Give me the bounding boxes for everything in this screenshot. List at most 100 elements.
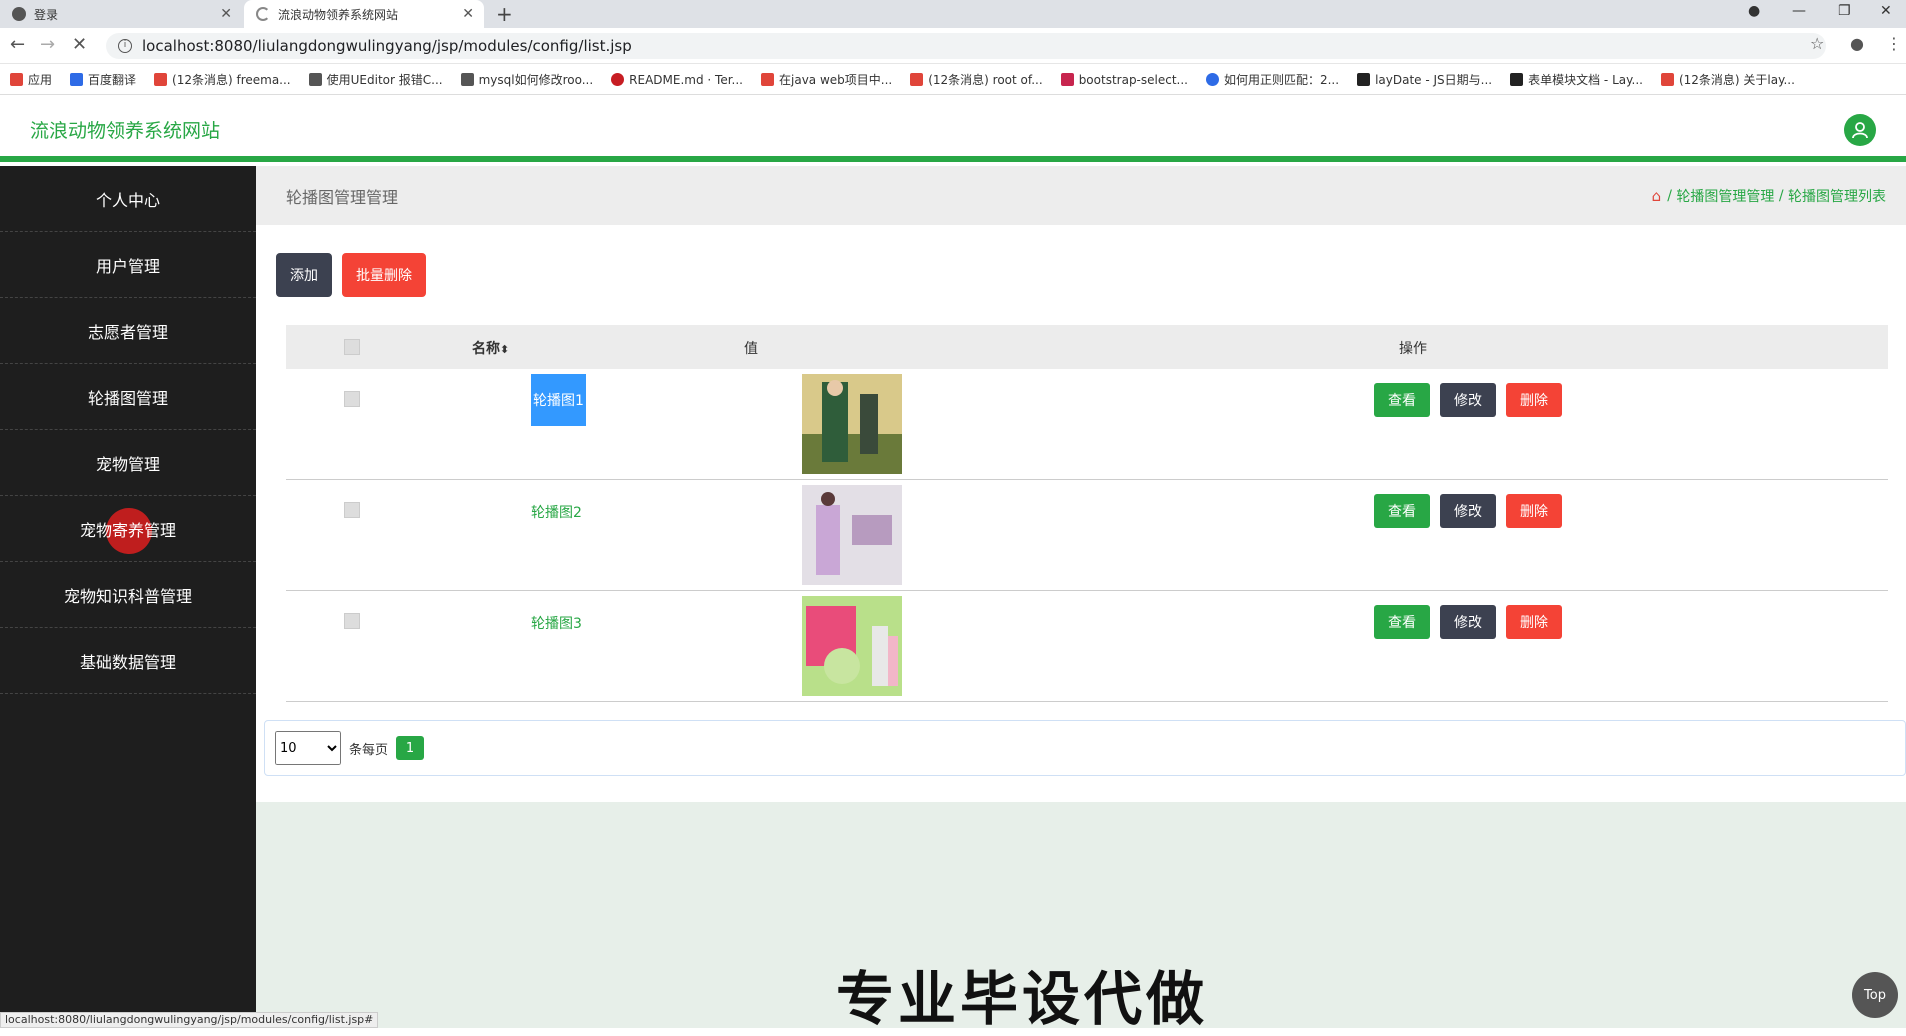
breadcrumb: ⌂ / 轮播图管理管理 / 轮播图管理列表 [1652,186,1886,206]
sidebar-item-basic-data[interactable]: 基础数据管理 [0,628,256,694]
site-title: 流浪动物领养系统网站 [30,120,221,142]
sidebar-item-pet-knowledge[interactable]: 宠物知识科普管理 [0,562,256,628]
bookmark-item[interactable]: 在java web项目中... [761,71,892,88]
info-icon[interactable]: i [118,39,132,53]
bookmark-item[interactable]: 百度翻译 [70,71,136,88]
bookmark-icon [70,73,84,86]
sidebar-item-pets[interactable]: 宠物管理 [0,430,256,496]
row-checkbox[interactable] [344,502,360,518]
close-icon[interactable]: ✕ [220,6,232,22]
view-button[interactable]: 查看 [1374,494,1430,528]
globe-icon [12,7,26,21]
star-icon[interactable]: ☆ [1810,34,1824,53]
delete-button[interactable]: 删除 [1506,383,1562,417]
table-row: 轮播图1 查看 修改 删除 [286,369,1888,480]
sidebar-item-pet-boarding[interactable]: 宠物寄养管理 [0,496,256,562]
toolbar: 添加 批量删除 [276,253,436,297]
edit-button[interactable]: 修改 [1440,605,1496,639]
tab-active[interactable]: 流浪动物领养系统网站 ✕ [244,0,484,28]
status-bar-url: localhost:8080/liulangdongwulingyang/jsp… [0,1012,379,1028]
watermark-text: 专业毕设代做 [836,965,1209,1033]
bookmark-item[interactable]: layDate - JS日期与... [1357,71,1492,88]
restore-button[interactable]: ❐ [1838,0,1851,28]
carousel-thumbnail [802,485,902,585]
header-ops: 操作 [1399,341,1427,357]
sidebar-item-users[interactable]: 用户管理 [0,232,256,298]
header-value: 值 [744,341,758,357]
sidebar-item-personal-center[interactable]: 个人中心 [0,166,256,232]
menu-icon[interactable]: ⋮ [1886,34,1902,53]
row-name[interactable]: 轮播图2 [531,502,582,522]
bookmark-icon [308,73,322,86]
header-name[interactable]: 名称⬍ [472,338,509,358]
bookmark-item[interactable]: README.md · Ter... [611,73,743,87]
profile-dropdown-icon[interactable]: ● [1748,0,1760,28]
window-close-button[interactable]: ✕ [1880,0,1892,28]
row-actions: 查看 修改 删除 [1374,494,1572,528]
back-to-top-button[interactable]: Top [1852,972,1898,1018]
edit-button[interactable]: 修改 [1440,494,1496,528]
user-avatar[interactable] [1844,114,1876,146]
sidebar-item-carousel[interactable]: 轮播图管理 [0,364,256,430]
row-name[interactable]: 轮播图3 [531,613,582,633]
page-title: 轮播图管理管理 [286,187,399,207]
bookmark-item[interactable]: 应用 [10,71,52,88]
forward-icon[interactable]: → [40,34,55,55]
bookmark-icon [1060,73,1074,86]
page-size-select[interactable]: 10 [275,731,341,765]
breadcrumb-level2: 轮播图管理列表 [1788,188,1886,205]
new-tab-button[interactable]: + [496,2,513,26]
url-text: localhost:8080/liulangdongwulingyang/jsp… [142,37,632,55]
bookmark-item[interactable]: (12条消息) 关于lay... [1660,71,1795,88]
bookmark-item[interactable]: bootstrap-select... [1060,73,1188,87]
url-input[interactable]: i localhost:8080/liulangdongwulingyang/j… [106,33,1826,59]
bookmark-item[interactable]: 如何用正则匹配：2... [1205,71,1339,88]
row-checkbox[interactable] [344,613,360,629]
bookmark-item[interactable]: 表单模块文档 - Lay... [1510,71,1643,88]
bookmark-icon [1357,73,1371,86]
stop-icon[interactable]: ✕ [72,34,87,55]
bookmark-icon [460,73,474,86]
edit-button[interactable]: 修改 [1440,383,1496,417]
carousel-thumbnail [802,596,902,696]
page-number[interactable]: 1 [396,736,425,760]
sort-icon[interactable]: ⬍ [500,343,509,356]
add-button[interactable]: 添加 [276,253,332,297]
view-button[interactable]: 查看 [1374,383,1430,417]
pagination: 10 条每页 1 [264,720,1906,776]
view-button[interactable]: 查看 [1374,605,1430,639]
bookmark-icon [1205,73,1219,86]
data-table: 名称⬍ 值 操作 轮播图1 查看 修改 删除 轮播图2 查看 修改 删除 轮播图… [286,325,1888,702]
loading-icon [256,7,270,21]
bookmark-icon [761,73,774,86]
minimize-button[interactable]: — [1792,0,1806,28]
table-row: 轮播图2 查看 修改 删除 [286,480,1888,591]
address-bar-row: ← → ✕ i localhost:8080/liulangdongwuling… [0,28,1906,64]
close-icon[interactable]: ✕ [462,6,474,22]
home-icon[interactable]: ⌂ [1652,187,1662,205]
bookmark-item[interactable]: 使用UEditor 报错C... [308,71,443,88]
bookmark-item[interactable]: mysql如何修改roo... [460,71,593,88]
breadcrumb-sep: / [1667,187,1672,204]
per-page-label: 条每页 [349,742,389,758]
back-icon[interactable]: ← [10,34,25,55]
tab-login[interactable]: 登录 ✕ [0,0,242,28]
select-all-checkbox[interactable] [344,339,360,355]
delete-button[interactable]: 删除 [1506,494,1562,528]
account-icon[interactable]: ● [1850,34,1864,53]
main-content: 轮播图管理管理 ⌂ / 轮播图管理管理 / 轮播图管理列表 添加 批量删除 名称… [256,166,1906,1033]
row-actions: 查看 修改 删除 [1374,383,1572,417]
tab-title: 流浪动物领养系统网站 [278,7,399,22]
row-checkbox[interactable] [344,391,360,407]
bookmark-item[interactable]: (12条消息) root of... [910,71,1043,88]
delete-button[interactable]: 删除 [1506,605,1562,639]
row-actions: 查看 修改 删除 [1374,605,1572,639]
sidebar-item-volunteers[interactable]: 志愿者管理 [0,298,256,364]
bookmarks-bar: 应用 百度翻译 (12条消息) freema... 使用UEditor 报错C.… [0,65,1906,95]
batch-delete-button[interactable]: 批量删除 [342,253,426,297]
row-name[interactable]: 轮播图1 [531,374,586,426]
table-row: 轮播图3 查看 修改 删除 [286,591,1888,702]
breadcrumb-level1[interactable]: 轮播图管理管理 [1676,186,1774,206]
apps-icon [10,73,23,86]
bookmark-item[interactable]: (12条消息) freema... [154,71,291,88]
